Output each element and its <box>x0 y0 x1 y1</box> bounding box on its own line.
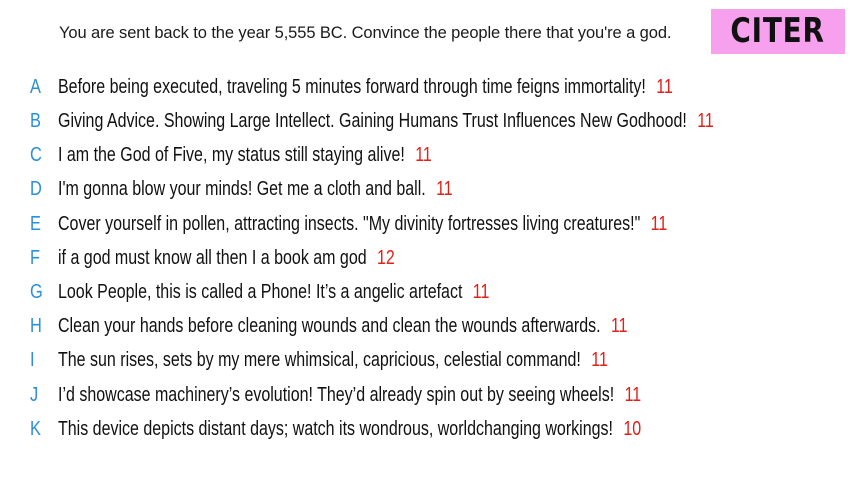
answer-option-c[interactable]: C I am the God of Five, my status still … <box>0 140 853 170</box>
answer-content: if a god must know all then I a book am … <box>58 243 395 274</box>
answer-text: Cover yourself in pollen, attracting ins… <box>58 212 641 235</box>
answer-score: 11 <box>415 143 432 166</box>
answer-letter: F <box>30 247 41 269</box>
answer-option-d[interactable]: D I'm gonna blow your minds! Get me a cl… <box>0 174 853 204</box>
answer-score: 11 <box>610 314 628 337</box>
answer-letter: K <box>30 418 41 440</box>
player-badge: CITER <box>711 9 845 54</box>
answer-option-e[interactable]: E Cover yourself in pollen, attracting i… <box>0 209 853 239</box>
answer-score: 11 <box>656 75 673 98</box>
answer-option-b[interactable]: B Giving Advice. Showing Large Intellect… <box>0 106 853 136</box>
answer-content: The sun rises, sets by my mere whimsical… <box>58 345 608 376</box>
answer-content: This device depicts distant days; watch … <box>58 414 641 445</box>
answer-letter: J <box>30 384 39 406</box>
answer-text: Before being executed, traveling 5 minut… <box>58 75 646 98</box>
answer-score: 11 <box>591 348 608 371</box>
answer-text: The sun rises, sets by my mere whimsical… <box>58 348 581 371</box>
answer-text: Giving Advice. Showing Large Intellect. … <box>58 109 687 132</box>
answer-option-h[interactable]: H Clean your hands before cleaning wound… <box>0 311 853 341</box>
answer-content: Giving Advice. Showing Large Intellect. … <box>58 106 714 137</box>
answer-text: if a god must know all then I a book am … <box>58 246 367 269</box>
answer-content: Clean your hands before cleaning wounds … <box>58 311 628 342</box>
answer-content: Before being executed, traveling 5 minut… <box>58 72 673 103</box>
answer-text: I’d showcase machinery’s evolution! They… <box>58 383 615 406</box>
answer-content: Cover yourself in pollen, attracting ins… <box>58 209 667 240</box>
answer-score: 11 <box>650 212 668 235</box>
answer-letter: A <box>30 76 41 98</box>
answer-letter: D <box>30 178 42 200</box>
answer-content: I’d showcase machinery’s evolution! They… <box>58 380 641 411</box>
answer-letter: H <box>30 315 42 337</box>
answer-content: I'm gonna blow your minds! Get me a clot… <box>58 174 453 205</box>
answer-option-i[interactable]: I The sun rises, sets by my mere whimsic… <box>0 345 853 375</box>
answer-content: Look People, this is called a Phone! It’… <box>58 277 489 308</box>
answer-option-g[interactable]: G Look People, this is called a Phone! I… <box>0 277 853 307</box>
answer-text: Look People, this is called a Phone! It’… <box>58 280 463 303</box>
answer-score: 12 <box>377 246 395 269</box>
answer-score: 10 <box>623 417 642 440</box>
answer-option-a[interactable]: A Before being executed, traveling 5 min… <box>0 72 853 102</box>
answer-letter: I <box>30 349 35 371</box>
answer-letter: E <box>30 213 41 235</box>
answer-letter: C <box>30 144 42 166</box>
answer-text: I am the God of Five, my status still st… <box>58 143 405 166</box>
player-name: CITER <box>730 11 826 51</box>
prompt-text: You are sent back to the year 5,555 BC. … <box>59 24 672 42</box>
answer-text: Clean your hands before cleaning wounds … <box>58 314 601 337</box>
answer-letter: G <box>30 281 43 303</box>
answer-option-f[interactable]: F if a god must know all then I a book a… <box>0 243 853 273</box>
answer-score: 11 <box>472 280 490 303</box>
answer-option-j[interactable]: J I’d showcase machinery’s evolution! Th… <box>0 380 853 410</box>
answer-score: 11 <box>624 383 642 406</box>
answer-option-k[interactable]: K This device depicts distant days; watc… <box>0 414 853 444</box>
answer-score: 11 <box>697 109 714 132</box>
answer-score: 11 <box>436 177 453 200</box>
answer-content: I am the God of Five, my status still st… <box>58 140 432 171</box>
answer-text: This device depicts distant days; watch … <box>58 417 613 440</box>
answer-letter: B <box>30 110 41 132</box>
answer-text: I'm gonna blow your minds! Get me a clot… <box>58 177 426 200</box>
